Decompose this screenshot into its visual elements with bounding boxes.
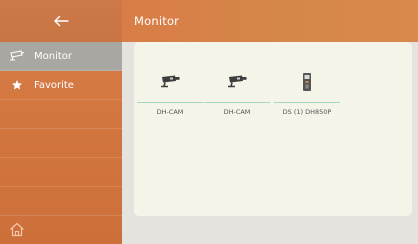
device-underline xyxy=(204,102,270,103)
cctv-camera-icon xyxy=(137,64,203,100)
monitor-screen: Monitor Favorite Monitor DH-CAM DH-CAM D… xyxy=(0,0,418,244)
cctv-camera-icon xyxy=(204,64,270,100)
sidebar-item-favorite[interactable]: Favorite xyxy=(0,71,122,100)
sidebar-menu: Monitor Favorite xyxy=(0,42,122,216)
device-tile-dh-cam-2[interactable]: DH-CAM xyxy=(204,64,270,116)
star-icon xyxy=(8,78,26,92)
sidebar-row-empty xyxy=(0,158,122,187)
sidebar: Monitor Favorite xyxy=(0,0,122,244)
device-label: DH-CAM xyxy=(223,108,251,116)
device-underline xyxy=(274,102,340,103)
sidebar-row-empty xyxy=(0,187,122,216)
device-label: DS (1) DH850P xyxy=(282,108,332,116)
device-label: DH-CAM xyxy=(156,108,184,116)
home-icon xyxy=(10,222,24,236)
header-bar: Monitor xyxy=(122,0,418,42)
device-underline xyxy=(137,102,203,103)
device-panel: DH-CAM DH-CAM DS (1) DH850P xyxy=(134,42,412,216)
arrow-left-icon xyxy=(54,15,69,27)
cctv-camera-icon xyxy=(8,49,26,63)
page-title: Monitor xyxy=(134,14,180,28)
sidebar-row-empty xyxy=(0,129,122,158)
sidebar-item-label: Favorite xyxy=(34,79,74,91)
home-button[interactable] xyxy=(0,214,34,244)
sidebar-row-empty xyxy=(0,100,122,129)
device-tile-door-station[interactable]: DS (1) DH850P xyxy=(274,64,340,116)
device-tile-dh-cam-1[interactable]: DH-CAM xyxy=(137,64,203,116)
sidebar-item-monitor[interactable]: Monitor xyxy=(0,42,122,71)
sidebar-header xyxy=(0,0,122,42)
back-button[interactable] xyxy=(41,6,81,36)
door-station-icon xyxy=(274,64,340,100)
sidebar-item-label: Monitor xyxy=(34,50,73,62)
